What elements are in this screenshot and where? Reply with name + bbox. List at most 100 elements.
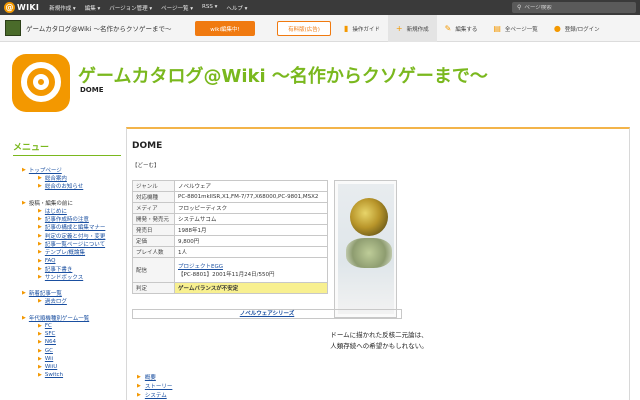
info-value: 1988年1月 bbox=[174, 224, 328, 236]
menu-rss[interactable]: RSS ▾ bbox=[202, 4, 217, 12]
triangle-right-icon: ▶ bbox=[38, 183, 42, 190]
menu-help[interactable]: ヘルプ ▾ bbox=[226, 4, 247, 12]
site-title-link[interactable]: ゲームカタログ@Wiki ～名作からクソゲーまで～ bbox=[26, 23, 172, 33]
sidebar-section-new-articles: ▶ 新着記事一覧 ▶ 過去ログ bbox=[13, 289, 121, 305]
triangle-right-icon: ▶ bbox=[22, 290, 26, 297]
site-main-title[interactable]: ゲームカタログ@Wiki ～名作からクソゲーまで～ bbox=[78, 62, 488, 88]
pencil-icon: ✎ bbox=[444, 24, 452, 33]
toc-item[interactable]: ▶ ストーリー bbox=[137, 381, 172, 390]
sidebar-menu: メニュー ▶ トップページ ▶ 総合案内 ▶ 総合のお知らせ ▶ 投稿・編集の前に ▶ は… bbox=[13, 140, 121, 388]
new-page-button[interactable]: + 新規作成 bbox=[387, 15, 437, 42]
sidebar-section-before-posting: ▶ 投稿・編集の前に ▶ はじめに ▶ 記事作成時の注意 ▶ 記事の構成と編集マナー ▶… bbox=[13, 199, 121, 282]
paid-plan-button[interactable]: 有料版(広告) bbox=[277, 21, 331, 36]
sidebar-subitem[interactable]: ▶ Wii bbox=[38, 355, 121, 363]
sidebar-title: メニュー bbox=[13, 140, 121, 156]
atwiki-big-logo-icon[interactable] bbox=[12, 54, 70, 112]
distribution-detail: 【PC-8801】2001年11月24日/550円 bbox=[178, 272, 275, 278]
sidebar-item[interactable]: ▶ 年代順機種別ゲーム一覧 bbox=[22, 314, 121, 322]
sidebar-subitem[interactable]: ▶ 総合のお知らせ bbox=[38, 182, 121, 190]
all-pages-button[interactable]: ▤ 全ページ一覧 bbox=[485, 15, 545, 42]
triangle-right-icon: ▶ bbox=[38, 322, 42, 329]
table-row: 判定 ゲームバランスが不安定 bbox=[132, 282, 328, 294]
sidebar-subitem[interactable]: ▶ N64 bbox=[38, 338, 121, 346]
sidebar-subitem[interactable]: ▶ 記事一覧ページについて bbox=[38, 240, 121, 248]
series-link[interactable]: ノベルウェアシリーズ bbox=[240, 311, 295, 317]
page-subtitle: DOME bbox=[80, 86, 104, 94]
sidebar-subitem[interactable]: ▶ 記事の構成と編集マナー bbox=[38, 223, 121, 231]
title-reading: 【どーむ】 bbox=[132, 163, 160, 169]
sidebar-subitem[interactable]: ▶ 記事作成時の注意 bbox=[38, 215, 121, 223]
edit-button[interactable]: ✎ 編集する bbox=[437, 15, 486, 42]
sidebar-subitem[interactable]: ▶ Switch bbox=[38, 371, 121, 379]
sidebar-section-platforms: ▶ 年代順機種別ゲーム一覧 ▶ FC ▶ SFC ▶ N64 ▶ GC ▶ Wii ▶ Wii… bbox=[13, 314, 121, 380]
book-icon: ▮ bbox=[344, 24, 349, 33]
info-value: ノベルウェア bbox=[174, 180, 328, 192]
plus-icon: + bbox=[395, 24, 403, 33]
info-value: 9,800円 bbox=[174, 235, 328, 247]
site-bar: ゲームカタログ@Wiki ～名作からクソゲーまで～ wiki編集中! 有料版(広… bbox=[0, 15, 640, 42]
wiki-editing-button[interactable]: wiki編集中! bbox=[195, 21, 255, 36]
page-heading: DOME bbox=[132, 141, 163, 151]
sidebar-subitem[interactable]: ▶ WiiU bbox=[38, 363, 121, 371]
login-label: 登録/ログイン bbox=[564, 26, 600, 33]
table-row: 配信 プロジェクトEGG 【PC-8801】2001年11月24日/550円 bbox=[132, 257, 328, 283]
triangle-right-icon: ▶ bbox=[38, 249, 42, 256]
top-bar: @ WIKI 新規作成 ▾ 編集 ▾ バージョン管理 ▾ ページ一覧 ▾ RSS… bbox=[0, 0, 640, 15]
distribution-value: プロジェクトEGG 【PC-8801】2001年11月24日/550円 bbox=[174, 257, 328, 283]
triangle-right-icon: ▶ bbox=[38, 207, 42, 214]
sidebar-subitem[interactable]: ▶ はじめに bbox=[38, 207, 121, 215]
info-key: 配信 bbox=[132, 257, 175, 283]
triangle-right-icon: ▶ bbox=[38, 331, 42, 337]
guide-label: 操作ガイド bbox=[352, 26, 380, 33]
sidebar-subitem[interactable]: ▶ GC bbox=[38, 346, 121, 354]
menu-version[interactable]: バージョン管理 ▾ bbox=[109, 4, 152, 12]
sidebar-subitem[interactable]: ▶ 記事下書き bbox=[38, 265, 121, 273]
menu-new[interactable]: 新規作成 ▾ bbox=[49, 4, 76, 12]
triangle-right-icon: ▶ bbox=[38, 240, 42, 247]
sidebar-subitem[interactable]: ▶ サンドボックス bbox=[38, 273, 121, 281]
sidebar-subitem[interactable]: ▶ 過去ログ bbox=[38, 297, 121, 305]
info-key: 判定 bbox=[132, 282, 175, 294]
info-key: 定価 bbox=[132, 235, 175, 247]
info-key: プレイ人数 bbox=[132, 246, 175, 258]
project-egg-link[interactable]: プロジェクトEGG bbox=[178, 264, 223, 270]
sidebar-subitem[interactable]: ▶ 総合案内 bbox=[38, 174, 121, 182]
triangle-right-icon: ▶ bbox=[38, 274, 42, 281]
top-menu: 新規作成 ▾ 編集 ▾ バージョン管理 ▾ ページ一覧 ▾ RSS ▾ ヘルプ … bbox=[49, 4, 256, 12]
triangle-right-icon: ▶ bbox=[38, 232, 42, 239]
series-row: ノベルウェアシリーズ bbox=[132, 309, 402, 319]
sidebar-item: ▶ 投稿・編集の前に bbox=[22, 199, 73, 207]
triangle-right-icon: ▶ bbox=[22, 199, 26, 206]
login-button[interactable]: ● 登録/ログイン bbox=[546, 15, 608, 42]
info-key: ジャンル bbox=[132, 180, 175, 192]
toc-item[interactable]: ▶ 概要 bbox=[137, 372, 172, 381]
info-value: PC-8801mkIISR,X1,FM-7/77,X68000,PC-9801,… bbox=[174, 191, 328, 203]
judgment-badge: ゲームバランスが不安定 bbox=[174, 282, 328, 294]
table-row: プレイ人数 1人 bbox=[132, 246, 328, 258]
sidebar-subitem[interactable]: ▶ FC bbox=[38, 322, 121, 330]
sidebar-item[interactable]: ▶ トップページ bbox=[22, 166, 121, 174]
edit-label: 編集する bbox=[455, 26, 478, 33]
logo-text: WIKI bbox=[17, 3, 40, 12]
menu-edit[interactable]: 編集 ▾ bbox=[85, 4, 101, 12]
triangle-right-icon: ▶ bbox=[38, 265, 42, 272]
sidebar-subitem[interactable]: ▶ SFC bbox=[38, 330, 121, 338]
table-row: 対応機種 PC-8801mkIISR,X1,FM-7/77,X68000,PC-9… bbox=[132, 191, 328, 203]
toc-item[interactable]: ▶ システム bbox=[137, 390, 172, 399]
sidebar-subitem[interactable]: ▶ テンプレ/概論集 bbox=[38, 248, 121, 256]
info-key: 発売日 bbox=[132, 224, 175, 236]
sidebar-subitem[interactable]: ▶ FAQ bbox=[38, 256, 121, 264]
guide-button[interactable]: ▮ 操作ガイド bbox=[336, 15, 388, 42]
search-input[interactable] bbox=[524, 4, 625, 11]
triangle-right-icon: ▶ bbox=[38, 364, 42, 371]
menu-pages[interactable]: ページ一覧 ▾ bbox=[161, 4, 193, 12]
table-row: ジャンル ノベルウェア bbox=[132, 180, 328, 192]
site-thumbnail-icon[interactable] bbox=[5, 20, 21, 36]
triangle-right-icon: ▶ bbox=[38, 339, 42, 346]
user-icon: ● bbox=[553, 24, 561, 33]
sidebar-subitem[interactable]: ▶ 判定の定義と付与・変更 bbox=[38, 231, 121, 240]
sidebar-item[interactable]: ▶ 新着記事一覧 bbox=[22, 289, 121, 297]
info-key: 開発・発売元 bbox=[132, 213, 175, 225]
info-key: 対応機種 bbox=[132, 191, 175, 203]
atwiki-logo[interactable]: @ WIKI bbox=[4, 2, 39, 13]
